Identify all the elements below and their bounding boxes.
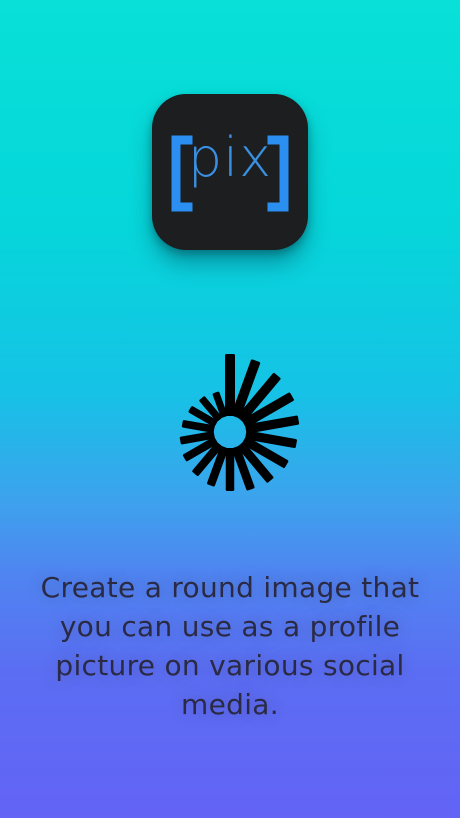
description-text: Create a round image that you can use as… xyxy=(40,571,420,721)
splash-screen: pix Create a round image that you can us… xyxy=(0,0,460,818)
spinner-spoke xyxy=(225,448,235,491)
app-icon-label: pix xyxy=(187,126,273,189)
spinner-icon xyxy=(179,354,300,491)
spinner-spoke xyxy=(225,354,235,416)
app-logo: pix xyxy=(152,94,308,250)
pix-app-icon: pix xyxy=(152,94,308,250)
